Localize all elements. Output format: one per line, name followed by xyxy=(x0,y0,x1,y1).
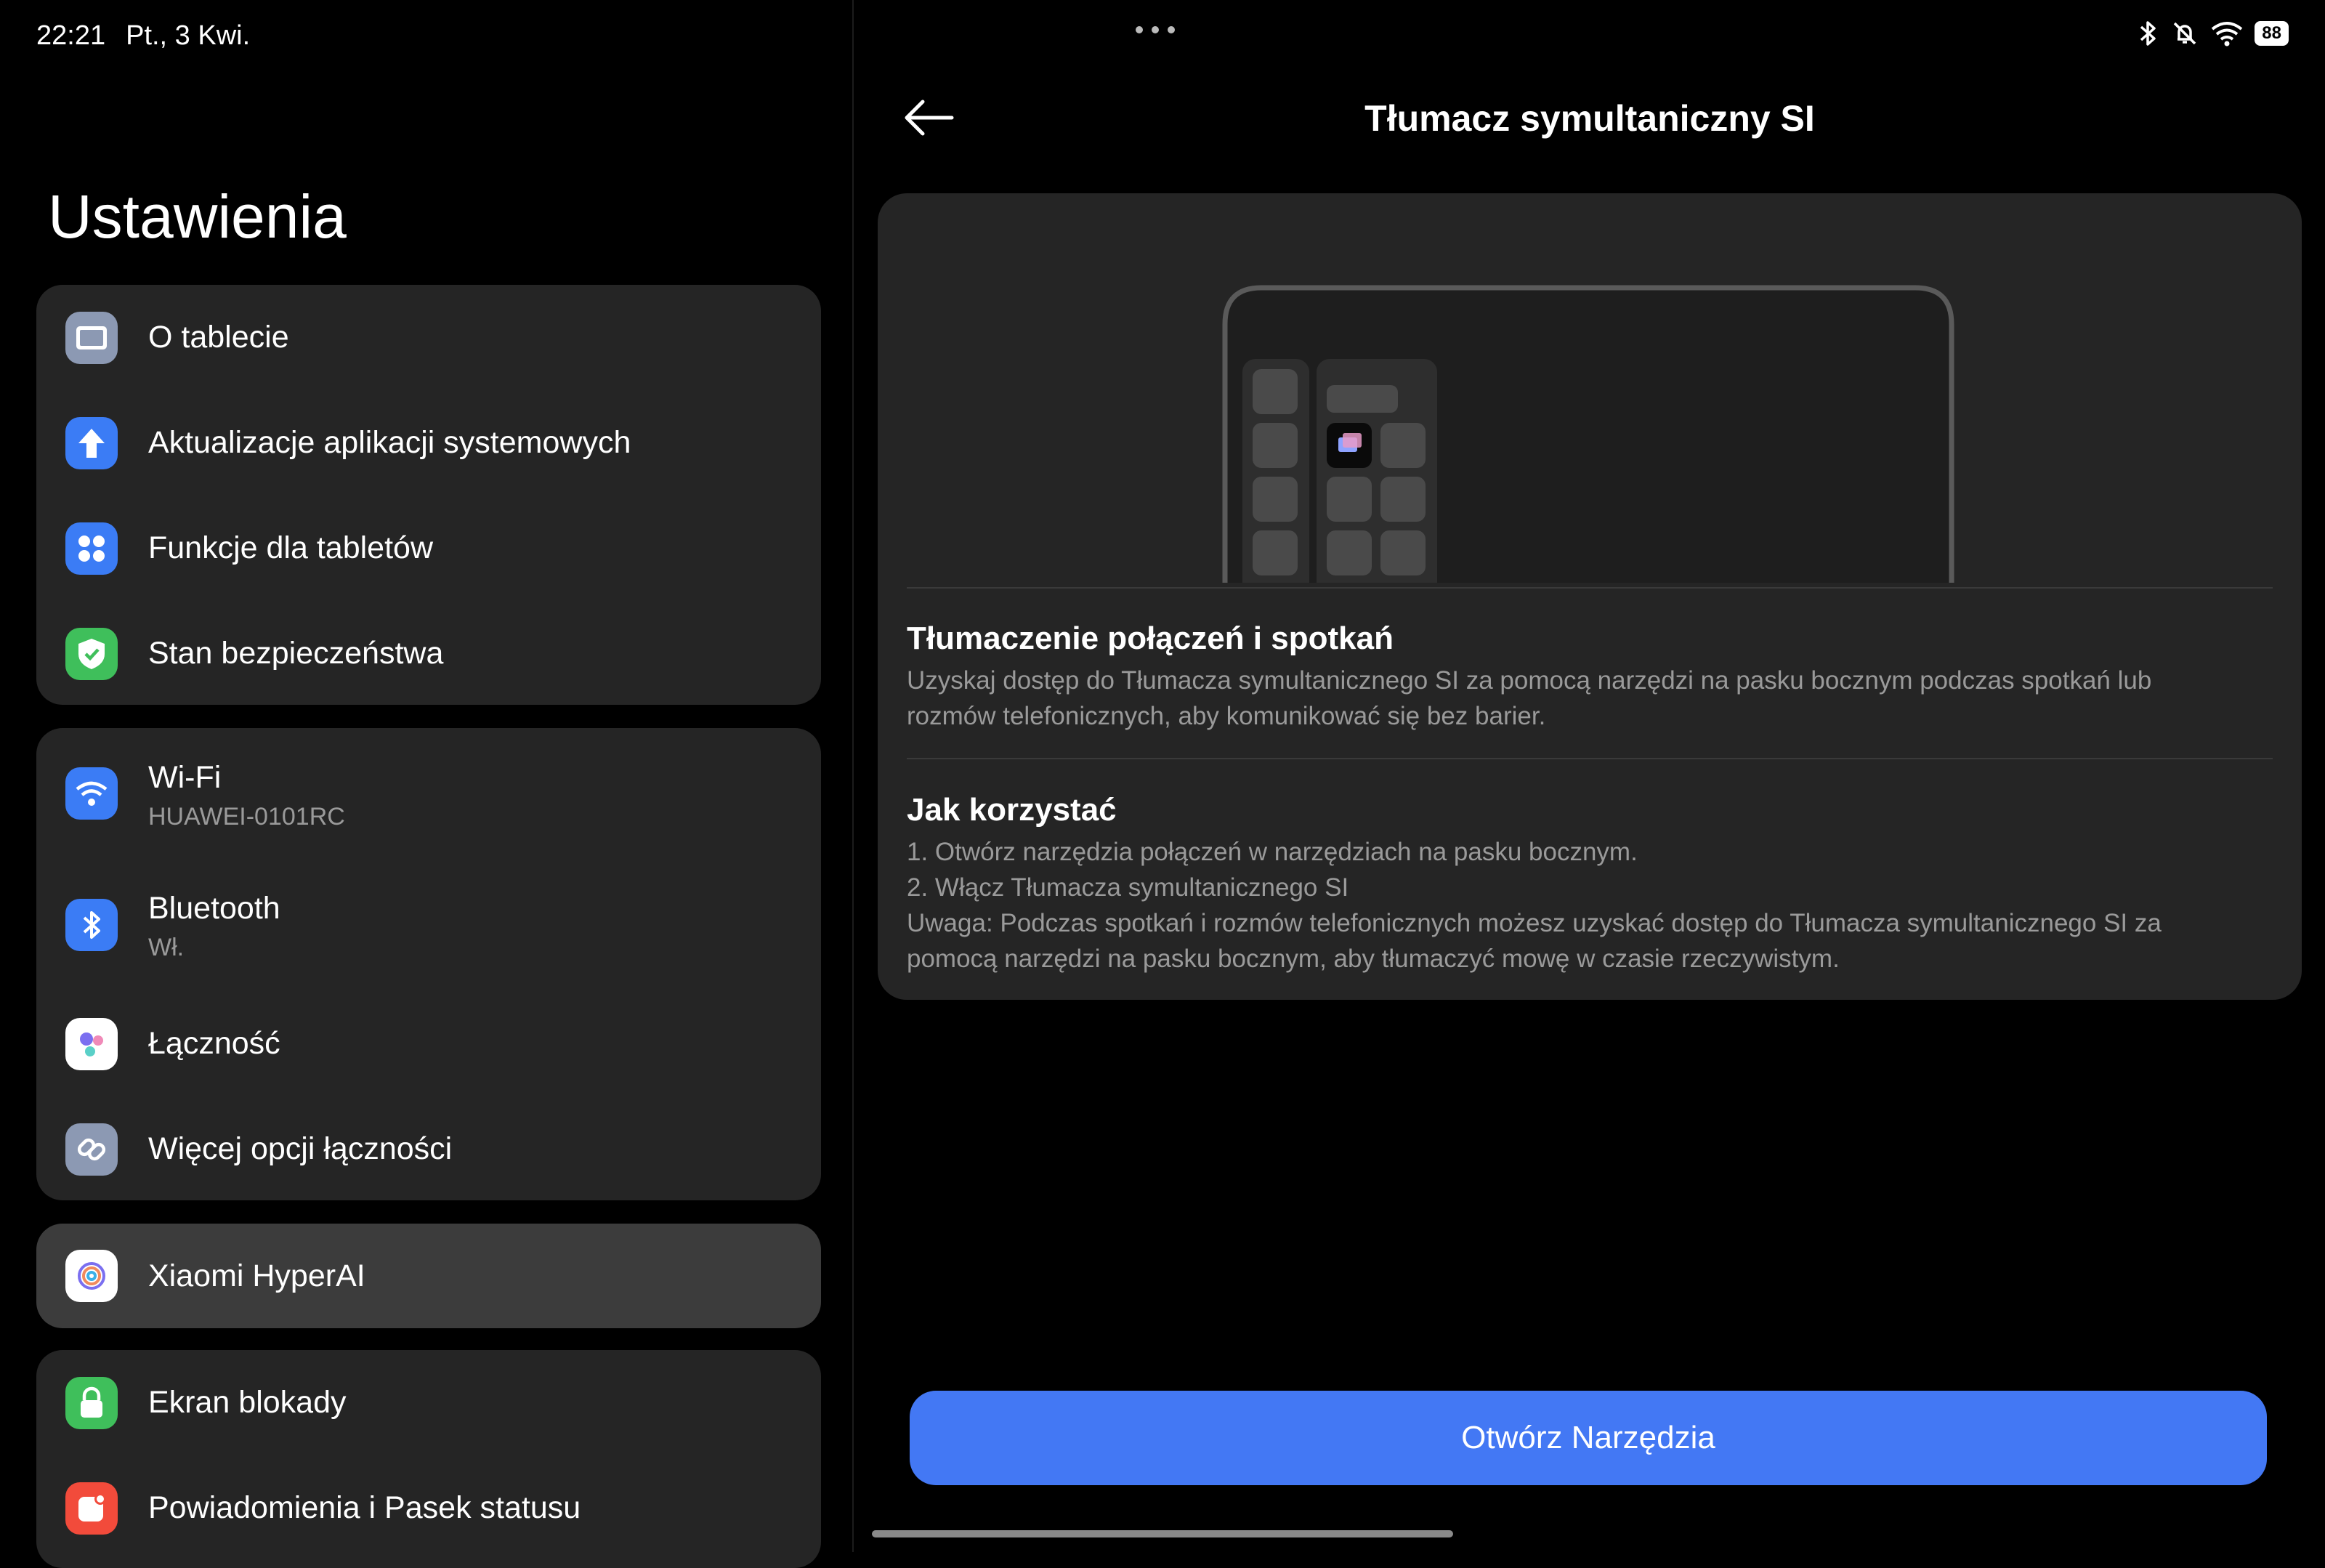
sidebar-item-more-connection-options[interactable]: Więcej opcji łączności xyxy=(36,1096,821,1200)
clock: 22:21 xyxy=(36,20,106,51)
pane-divider[interactable] xyxy=(852,0,854,1552)
settings-title: Ustawienia xyxy=(48,182,347,251)
lock-icon xyxy=(65,1376,118,1429)
usage-note: Uwaga: Podczas spotkań i rozmów telefoni… xyxy=(907,909,2162,973)
sidebar-item-lock-screen[interactable]: Ekran blokady xyxy=(36,1350,821,1455)
notification-icon xyxy=(65,1482,118,1535)
connectivity-icon xyxy=(65,1017,118,1070)
settings-group-display: Ekran blokady Powiadomienia i Pasek stat… xyxy=(36,1350,821,1568)
section-divider xyxy=(907,758,2273,759)
settings-group-ai: Xiaomi HyperAI xyxy=(36,1224,821,1328)
settings-group-connections: Wi-Fi HUAWEI-0101RC Bluetooth Wł. Łączno… xyxy=(36,728,821,1200)
battery-indicator: 88 xyxy=(2255,21,2289,46)
date: Pt., 3 Kwi. xyxy=(126,20,251,51)
sidebar-item-label: Aktualizacje aplikacji systemowych xyxy=(148,425,631,460)
tablet-icon xyxy=(65,311,118,364)
sidebar-item-system-app-updates[interactable]: Aktualizacje aplikacji systemowych xyxy=(36,390,821,496)
home-gesture-bar[interactable] xyxy=(872,1530,1453,1537)
section-divider xyxy=(907,587,2273,589)
sidebar-item-label: Ekran blokady xyxy=(148,1385,347,1420)
section-text-call-translation: Uzyskaj dostęp do Tłumacza symultaniczne… xyxy=(907,666,2152,730)
arrow-up-icon xyxy=(65,416,118,469)
grid-dots-icon xyxy=(65,522,118,575)
sidebar-item-label: O tablecie xyxy=(148,320,289,355)
open-tools-button[interactable]: Otwórz Narzędzia xyxy=(910,1391,2267,1485)
status-bar-left: 22:21 Pt., 3 Kwi. xyxy=(36,20,270,52)
sidebar-item-about-tablet[interactable]: O tablecie xyxy=(36,285,821,390)
bluetooth-icon xyxy=(65,899,118,951)
step-1: 1. Otwórz narzędzia połączeń w narzędzia… xyxy=(907,838,1638,866)
sidebar-item-label: Funkcje dla tabletów xyxy=(148,530,433,565)
wifi-status-icon xyxy=(2212,22,2243,47)
sidebar-item-security-status[interactable]: Stan bezpieczeństwa xyxy=(36,601,821,705)
sidebar-item-label: Łączność xyxy=(148,1026,280,1061)
sidebar-item-label: Więcej opcji łączności xyxy=(148,1131,453,1166)
bell-muted-icon xyxy=(2174,22,2196,45)
sidebar-item-bluetooth[interactable]: Bluetooth Wł. xyxy=(36,859,821,991)
tablet-sidebar-illustration xyxy=(878,285,2302,586)
wifi-icon xyxy=(65,767,118,820)
sidebar-item-label: Xiaomi HyperAI xyxy=(148,1258,365,1293)
sidebar-item-tablet-features[interactable]: Funkcje dla tabletów xyxy=(36,496,821,601)
sidebar-item-label: Wi-Fi xyxy=(148,760,222,795)
sidebar-item-xiaomi-hyperai[interactable]: Xiaomi HyperAI xyxy=(36,1224,821,1328)
hyperai-icon xyxy=(65,1250,118,1302)
sidebar-item-label: Powiadomienia i Pasek statusu xyxy=(148,1490,581,1525)
shield-icon xyxy=(65,627,118,680)
status-bar-right: 88 xyxy=(2135,19,2289,48)
settings-group-device: O tablecie Aktualizacje aplikacji system… xyxy=(36,285,821,705)
sidebar-item-label: Bluetooth xyxy=(148,891,280,926)
wifi-network-name: HUAWEI-0101RC xyxy=(148,803,345,831)
sidebar-item-wifi[interactable]: Wi-Fi HUAWEI-0101RC xyxy=(36,728,821,859)
sidebar-item-notifications[interactable]: Powiadomienia i Pasek statusu xyxy=(36,1455,821,1561)
feature-card: Tłumaczenie połączeń i spotkań Uzyskaj d… xyxy=(878,193,2302,1000)
sidebar-item-connectivity[interactable]: Łączność xyxy=(36,991,821,1096)
bluetooth-state: Wł. xyxy=(148,934,185,961)
how-to-use-steps: 1. Otwórz narzędzia połączeń w narzędzia… xyxy=(907,834,2244,977)
section-title-how-to-use: Jak korzystać xyxy=(907,792,1117,828)
sidebar-item-label: Stan bezpieczeństwa xyxy=(148,636,444,671)
step-2: 2. Włącz Tłumacza symultanicznego SI xyxy=(907,873,1349,902)
page-title: Tłumacz symultaniczny SI xyxy=(1364,98,1815,139)
section-title-call-translation: Tłumaczenie połączeń i spotkań xyxy=(907,621,1394,656)
multitask-handle[interactable] xyxy=(1136,26,1175,33)
bluetooth-status-icon xyxy=(2140,21,2156,46)
link-icon xyxy=(65,1123,118,1176)
